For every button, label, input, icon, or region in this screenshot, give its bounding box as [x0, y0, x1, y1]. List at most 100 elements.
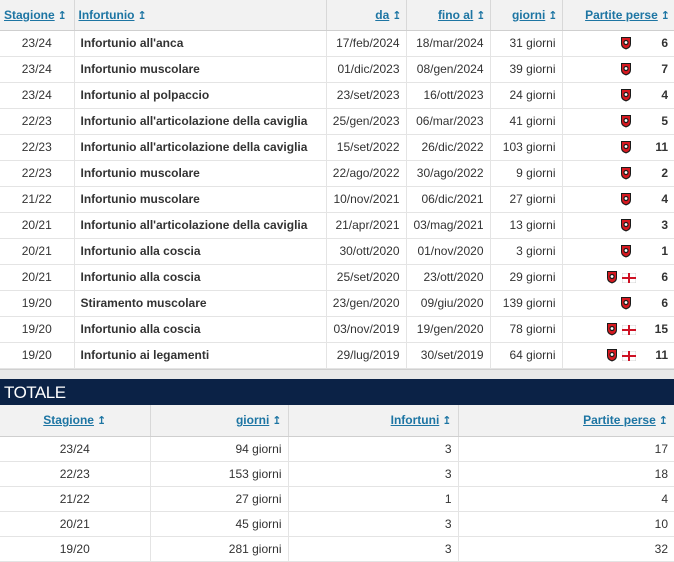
injury-cell: Infortunio alla coscia: [74, 238, 327, 265]
header-season[interactable]: Stagione ↥: [0, 0, 75, 31]
games-missed-cell: 4: [562, 186, 674, 213]
header-games-missed[interactable]: Partite perse ↥: [562, 0, 674, 31]
sort-arrow-icon[interactable]: ↥: [476, 9, 485, 22]
until-date-cell: 09/giu/2020: [406, 290, 491, 317]
totals-row: 23/24 94 giorni 3 17: [0, 436, 674, 462]
club-crest-icon[interactable]: [620, 218, 632, 232]
until-date-cell: 08/gen/2024: [406, 56, 491, 83]
season-cell: 20/21: [0, 238, 75, 265]
until-date-cell: 26/dic/2022: [406, 134, 491, 161]
injury-cell: Stiramento muscolare: [74, 290, 327, 317]
games-missed-cell: 4: [562, 82, 674, 109]
injury-row: 19/20 Stiramento muscolare 23/gen/2020 09/g…: [0, 290, 674, 317]
totals-days-cell: 281 giorni: [150, 536, 289, 562]
sort-injuries-link[interactable]: Infortuni: [391, 413, 440, 427]
season-cell: 22/23: [0, 160, 75, 187]
sort-days-link[interactable]: giorni: [236, 413, 269, 427]
club-crest-icon[interactable]: [620, 62, 632, 76]
sort-arrow-icon[interactable]: ↥: [442, 414, 451, 427]
from-date-cell: 29/lug/2019: [326, 342, 407, 369]
season-cell: 19/20: [0, 342, 75, 369]
injury-cell: Infortunio alla coscia: [74, 316, 327, 343]
from-date-cell: 17/feb/2024: [326, 30, 407, 57]
club-crest-icon[interactable]: [620, 296, 632, 310]
season-cell: 23/24: [0, 82, 75, 109]
games-missed-value: 2: [661, 166, 668, 180]
club-crest-icon[interactable]: [620, 192, 632, 206]
until-date-cell: 18/mar/2024: [406, 30, 491, 57]
sort-arrow-icon[interactable]: ↥: [661, 9, 670, 22]
until-date-cell: 23/ott/2020: [406, 264, 491, 291]
days-cell: 64 giorni: [490, 342, 563, 369]
injury-row: 22/23 Infortunio all'articolazione della …: [0, 108, 674, 135]
club-crest-icon[interactable]: [620, 244, 632, 258]
sort-arrow-icon[interactable]: ↥: [548, 9, 557, 22]
injury-row: 20/21 Infortunio alla coscia 25/set/2020 23…: [0, 264, 674, 291]
club-crest-icon[interactable]: [606, 348, 618, 362]
totals-games-missed-cell: 32: [458, 536, 674, 562]
sort-arrow-icon[interactable]: ↥: [659, 414, 668, 427]
totals-days-cell: 27 giorni: [150, 486, 289, 512]
sort-arrow-icon[interactable]: ↥: [392, 9, 401, 22]
until-date-cell: 01/nov/2020: [406, 238, 491, 265]
injury-row: 21/22 Infortunio muscolare 10/nov/2021 06/d…: [0, 186, 674, 213]
days-cell: 78 giorni: [490, 316, 563, 343]
header-days[interactable]: giorni ↥: [490, 0, 563, 31]
sort-season-link[interactable]: Stagione: [4, 8, 55, 22]
games-missed-value: 11: [655, 348, 668, 362]
club-crest-icon[interactable]: [620, 36, 632, 50]
games-missed-cell: 11: [562, 342, 674, 369]
days-cell: 139 giorni: [490, 290, 563, 317]
header-from[interactable]: da ↥: [326, 0, 407, 31]
games-missed-value: 15: [654, 322, 668, 336]
section-divider: [0, 368, 674, 379]
club-crest-icon[interactable]: [620, 88, 632, 102]
totals-header-injuries[interactable]: Infortuni ↥: [288, 404, 459, 437]
games-missed-value: 4: [661, 192, 668, 206]
totals-title: TOTALE: [0, 378, 674, 405]
injury-row: 19/20 Infortunio ai legamenti 29/lug/2019 3…: [0, 342, 674, 369]
sort-arrow-icon[interactable]: ↥: [97, 414, 106, 427]
totals-injuries-cell: 3: [288, 436, 459, 462]
club-crest-icon[interactable]: [620, 114, 632, 128]
totals-games-missed-cell: 18: [458, 461, 674, 487]
days-cell: 27 giorni: [490, 186, 563, 213]
games-missed-cell: 2: [562, 160, 674, 187]
sort-until-link[interactable]: fino al: [438, 8, 473, 22]
days-cell: 9 giorni: [490, 160, 563, 187]
club-crest-icon[interactable]: [606, 270, 618, 284]
totals-row: 20/21 45 giorni 3 10: [0, 511, 674, 537]
totals-header-days[interactable]: giorni ↥: [150, 404, 289, 437]
totals-season-cell: 20/21: [0, 511, 151, 537]
season-cell: 23/24: [0, 56, 75, 83]
games-missed-value: 3: [661, 218, 668, 232]
sort-injury-link[interactable]: Infortunio: [79, 8, 135, 22]
sort-from-link[interactable]: da: [375, 8, 389, 22]
injury-cell: Infortunio al polpaccio: [74, 82, 327, 109]
sort-games-missed-link[interactable]: Partite perse: [585, 8, 658, 22]
sort-arrow-icon[interactable]: ↥: [58, 9, 67, 22]
header-injury[interactable]: Infortunio ↥: [74, 0, 327, 31]
sort-days-link[interactable]: giorni: [512, 8, 545, 22]
totals-header-games-missed[interactable]: Partite perse ↥: [458, 404, 674, 437]
totals-header-season[interactable]: Stagione ↥: [0, 404, 151, 437]
from-date-cell: 22/ago/2022: [326, 160, 407, 187]
injury-row: 23/24 Infortunio muscolare 01/dic/2023 08/g…: [0, 56, 674, 83]
club-crest-icon[interactable]: [620, 166, 632, 180]
until-date-cell: 30/ago/2022: [406, 160, 491, 187]
club-crest-icon[interactable]: [620, 140, 632, 154]
sort-arrow-icon[interactable]: ↥: [137, 9, 146, 22]
injury-history-table: Stagione ↥ Infortunio ↥ da ↥ fino al ↥ giorn…: [0, 0, 674, 369]
header-until[interactable]: fino al ↥: [406, 0, 491, 31]
sort-season-link[interactable]: Stagione: [43, 413, 94, 427]
totals-table: Stagione ↥ giorni ↥ Infortuni ↥ Partite per…: [0, 404, 674, 562]
sort-games-missed-link[interactable]: Partite perse: [583, 413, 656, 427]
sort-arrow-icon[interactable]: ↥: [272, 414, 281, 427]
days-cell: 13 giorni: [490, 212, 563, 239]
season-cell: 23/24: [0, 30, 75, 57]
club-crest-icon[interactable]: [606, 322, 618, 336]
games-missed-cell: 11: [562, 134, 674, 161]
from-date-cell: 21/apr/2021: [326, 212, 407, 239]
from-date-cell: 10/nov/2021: [326, 186, 407, 213]
injury-cell: Infortunio ai legamenti: [74, 342, 327, 369]
